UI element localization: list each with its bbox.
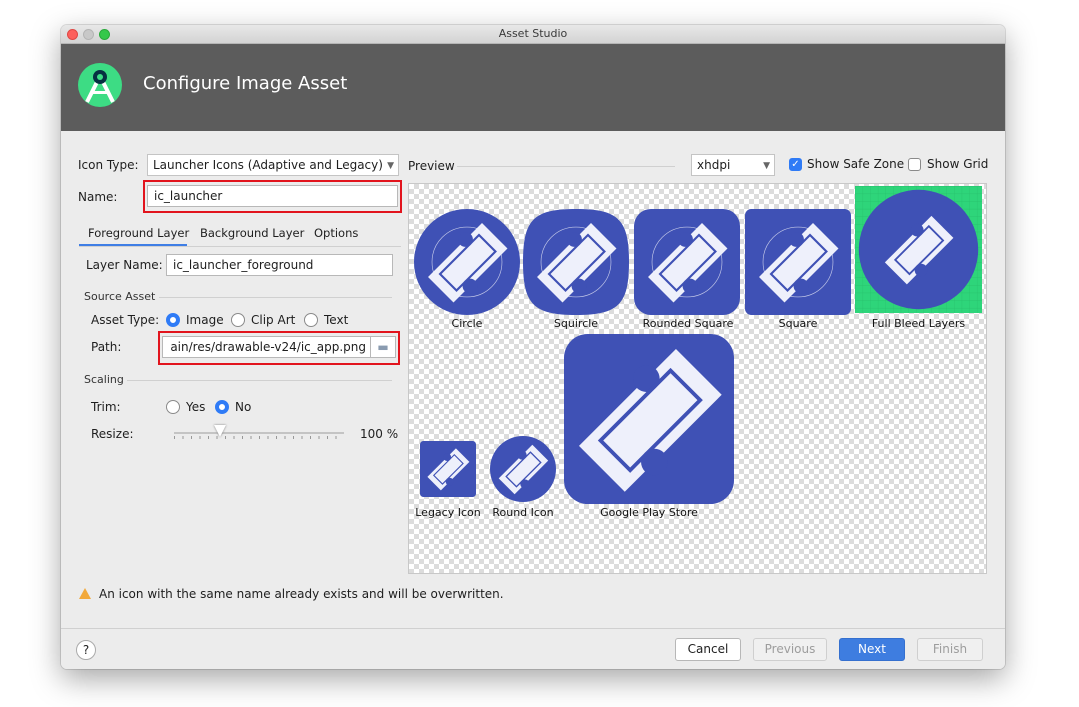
help-button[interactable]: ?: [76, 640, 96, 660]
asset-type-text-label: Text: [324, 313, 349, 327]
play-store-preview-icon: [564, 334, 734, 504]
full-bleed-preview-icon: [855, 186, 982, 313]
resize-slider[interactable]: [174, 425, 344, 441]
asset-studio-window: Asset Studio Configure Image Asset Icon …: [61, 25, 1005, 669]
trim-no-radio[interactable]: [215, 400, 229, 414]
resize-label: Resize:: [91, 427, 134, 441]
tab-background-layer[interactable]: Background Layer: [200, 223, 304, 243]
warning-icon: [79, 588, 91, 599]
density-select[interactable]: xhdpi ▼: [691, 154, 775, 176]
scaling-divider: [127, 380, 392, 381]
chevron-down-icon: ▼: [763, 161, 770, 171]
round-caption: Round Icon: [492, 506, 554, 519]
android-studio-logo-icon: [78, 63, 122, 107]
square-caption: Square: [778, 317, 818, 330]
legacy-preview-icon: [420, 441, 476, 497]
squircle-preview-icon: [523, 209, 629, 315]
play-store-caption: Google Play Store: [600, 506, 698, 519]
chevron-down-icon: ▼: [387, 161, 394, 171]
tab-options[interactable]: Options: [314, 223, 358, 243]
resize-slider-ticks: [174, 436, 344, 439]
icon-type-select[interactable]: Launcher Icons (Adaptive and Legacy) ▼: [147, 154, 399, 176]
rounded-square-preview-icon: [634, 209, 740, 315]
dialog-footer: ? Cancel Previous Next Finish: [61, 628, 1005, 669]
full-bleed-caption: Full Bleed Layers: [871, 317, 966, 330]
show-grid-label: Show Grid: [927, 157, 989, 171]
window-title: Asset Studio: [498, 27, 568, 40]
show-safe-zone-label: Show Safe Zone: [807, 157, 905, 171]
header-banner: Configure Image Asset: [61, 44, 1005, 131]
zoom-window-button[interactable]: [99, 29, 110, 40]
show-safe-zone-checkbox[interactable]: ✓: [789, 158, 802, 171]
square-preview-icon: [745, 209, 851, 315]
source-asset-divider: [159, 297, 392, 298]
path-label: Path:: [91, 340, 122, 354]
previous-button[interactable]: Previous: [753, 638, 827, 661]
show-grid-checkbox[interactable]: [908, 158, 921, 171]
source-asset-section-label: Source Asset: [84, 290, 156, 303]
trim-label: Trim:: [91, 400, 121, 414]
resize-slider-thumb[interactable]: [213, 425, 226, 437]
resize-slider-track: [174, 432, 344, 434]
close-window-button[interactable]: [67, 29, 78, 40]
icon-type-label: Icon Type:: [78, 158, 139, 172]
density-value: xhdpi: [697, 158, 731, 172]
circle-caption: Circle: [451, 317, 483, 330]
name-field[interactable]: ic_launcher: [147, 185, 398, 207]
icon-type-value: Launcher Icons (Adaptive and Legacy): [153, 158, 383, 172]
resize-value: 100 %: [360, 427, 399, 441]
preview-divider: [457, 166, 675, 167]
legacy-caption: Legacy Icon: [415, 506, 481, 519]
asset-type-clip-art-label: Clip Art: [251, 313, 296, 327]
trim-yes-radio[interactable]: [166, 400, 180, 414]
preview-area: Circle Squircle Rounded Square Square Fu…: [408, 183, 987, 574]
asset-type-image-radio[interactable]: [166, 313, 180, 327]
circle-preview-icon: [414, 209, 520, 315]
preview-label: Preview: [408, 159, 455, 173]
layer-name-label: Layer Name:: [86, 258, 163, 272]
trim-yes-label: Yes: [186, 400, 206, 414]
asset-type-text-radio[interactable]: [304, 313, 318, 327]
name-label: Name:: [78, 190, 118, 204]
layer-name-field[interactable]: ic_launcher_foreground: [166, 254, 393, 276]
rounded-square-caption: Rounded Square: [642, 317, 734, 330]
squircle-caption: Squircle: [553, 317, 599, 330]
tab-foreground-layer[interactable]: Foreground Layer: [88, 223, 189, 243]
page-title: Configure Image Asset: [143, 73, 348, 94]
minimize-window-button[interactable]: [83, 29, 94, 40]
warning-text: An icon with the same name already exist…: [99, 587, 504, 601]
round-preview-icon: [490, 436, 556, 502]
trim-no-label: No: [235, 400, 252, 414]
folder-browse-icon[interactable]: ▬: [371, 336, 396, 358]
next-button[interactable]: Next: [839, 638, 905, 661]
title-bar: Asset Studio: [61, 25, 1005, 44]
cancel-button[interactable]: Cancel: [675, 638, 741, 661]
path-field[interactable]: ain/res/drawable-v24/ic_app.png: [162, 336, 371, 358]
asset-type-clip-art-radio[interactable]: [231, 313, 245, 327]
asset-type-image-label: Image: [186, 313, 224, 327]
asset-type-label: Asset Type:: [91, 313, 160, 327]
scaling-section-label: Scaling: [84, 373, 124, 386]
finish-button[interactable]: Finish: [917, 638, 983, 661]
tab-divider: [79, 246, 401, 247]
overwrite-warning: An icon with the same name already exist…: [79, 587, 504, 601]
